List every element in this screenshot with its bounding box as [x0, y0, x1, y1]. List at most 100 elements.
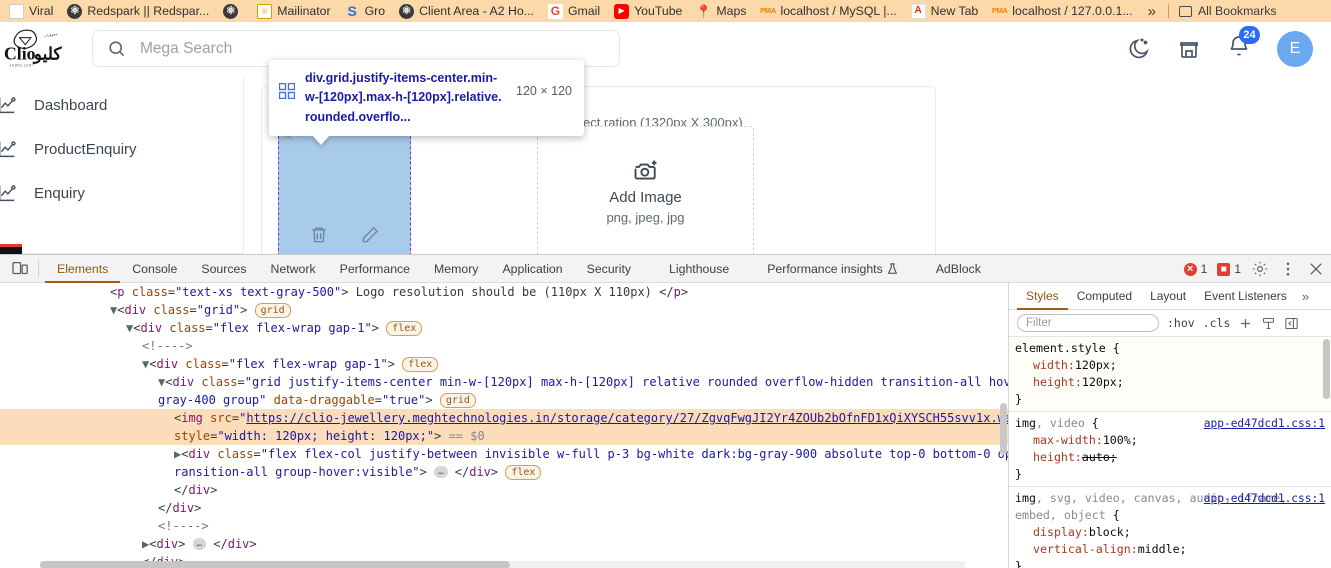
grid-badge-icon [279, 83, 295, 99]
dom-node-line[interactable]: ▼<div class="grid"> grid [0, 301, 1008, 319]
bookmark-redspark-2[interactable]: ⚛ [216, 0, 250, 22]
element-state-icon[interactable] [1261, 316, 1276, 331]
plus-icon[interactable] [1238, 316, 1253, 331]
css-property-value[interactable]: auto; [1082, 450, 1117, 464]
css-declaration[interactable]: width: 120px; [1015, 357, 1331, 374]
search-input[interactable] [138, 38, 605, 59]
tab-memory[interactable]: Memory [422, 255, 490, 283]
styles-filter-input[interactable] [1017, 314, 1159, 332]
warning-count-indicator[interactable]: ■ 1 [1217, 262, 1241, 276]
page-corner-widget [0, 244, 22, 254]
tab-lighthouse[interactable]: Lighthouse [657, 255, 741, 283]
css-declaration[interactable]: display: block; [1015, 524, 1331, 541]
bookmark-label: Client Area - A2 Ho... [419, 4, 534, 18]
dom-horizontal-scrollbar[interactable] [40, 561, 965, 568]
dom-node-line[interactable]: ▼<div class="grid justify-items-center m… [0, 373, 1008, 391]
bookmark-localhost-127[interactable]: PMA localhost / 127.0.0.1... [985, 0, 1139, 22]
storefront-icon[interactable] [1177, 37, 1201, 61]
tab-elements[interactable]: Elements [45, 255, 120, 283]
css-declaration[interactable]: vertical-align: middle; [1015, 541, 1331, 558]
css-property-value[interactable]: middle; [1138, 542, 1187, 556]
dom-node-line[interactable]: <!----> [0, 337, 1008, 355]
bookmark-label: YouTube [634, 4, 683, 18]
tab-computed[interactable]: Computed [1068, 283, 1141, 310]
dom-tree-pane[interactable]: <p class="text-xs text-gray-500"> Logo r… [0, 283, 1008, 568]
dom-node-line[interactable]: ransition-all group-hover:visible"> … </… [0, 463, 1008, 481]
tab-adblock[interactable]: AdBlock [924, 255, 993, 283]
computed-sidebar-icon[interactable] [1284, 316, 1299, 331]
tab-layout[interactable]: Layout [1141, 283, 1195, 310]
dom-node-line[interactable]: </div> [0, 499, 1008, 517]
css-declaration[interactable]: max-width: 100%; [1015, 432, 1331, 449]
dark-mode-icon[interactable] [1127, 37, 1151, 61]
dom-node-line[interactable]: <!----> [0, 517, 1008, 535]
bookmark-new-tab[interactable]: A New Tab [904, 0, 986, 22]
bookmark-viral[interactable]: Viral [2, 0, 60, 22]
dom-node-line[interactable]: <p class="text-xs text-gray-500"> Logo r… [0, 283, 1008, 301]
bookmark-redspark[interactable]: ⚛ Redspark || Redspar... [60, 0, 216, 22]
notifications-wrapper[interactable]: 24 [1227, 26, 1260, 63]
bookmark-maps[interactable]: 📍 Maps [689, 0, 753, 22]
css-source-link[interactable]: app-ed47dcd1.css:1 [1204, 415, 1325, 432]
tab-performance-insights[interactable]: Performance insights [755, 255, 910, 283]
dom-node-line[interactable]: </div> [0, 481, 1008, 499]
error-count-indicator[interactable]: × 1 [1183, 262, 1207, 276]
css-rule[interactable]: img, svg, video, canvas, audio, iframe, … [1009, 487, 1331, 568]
bookmark-gro[interactable]: S Gro [338, 0, 393, 22]
bookmark-localhost-mysql[interactable]: PMA localhost / MySQL |... [753, 0, 903, 22]
bookmark-mailinator[interactable]: ♕ Mailinator [250, 0, 337, 22]
tab-styles[interactable]: Styles [1017, 283, 1068, 310]
image-thumbnail-selected[interactable] [278, 126, 411, 254]
close-icon[interactable] [1307, 260, 1325, 278]
dom-node-line[interactable]: gray-400 group" data-draggable="true"> g… [0, 391, 1008, 409]
sidebar-item-dashboard[interactable]: Dashboard [0, 83, 243, 127]
styles-tabs-overflow[interactable]: » [1296, 289, 1315, 304]
css-property-value[interactable]: 100%; [1103, 433, 1138, 447]
sidebar-item-productenquiry[interactable]: ProductEnquiry [0, 127, 243, 171]
avatar[interactable]: E [1277, 30, 1313, 67]
trash-icon[interactable] [309, 225, 329, 245]
css-brace: { [1105, 341, 1120, 355]
tab-console[interactable]: Console [120, 255, 189, 283]
css-rule[interactable]: img, video {app-ed47dcd1.css:1 max-width:… [1009, 412, 1331, 487]
css-rules-list[interactable]: element.style {width: 120px; height: 120p… [1009, 337, 1331, 568]
css-property-value[interactable]: block; [1089, 525, 1131, 539]
css-property-value[interactable]: 120px; [1075, 358, 1117, 372]
all-bookmarks-button[interactable]: All Bookmarks [1173, 4, 1283, 18]
device-toolbar-icon[interactable] [8, 258, 32, 280]
pencil-icon[interactable] [360, 225, 380, 245]
css-declaration[interactable]: height: auto; [1015, 449, 1331, 466]
bookmark-client-area[interactable]: ⚛ Client Area - A2 Ho... [392, 0, 541, 22]
css-property-value[interactable]: 120px; [1082, 375, 1124, 389]
dom-node-line[interactable]: <img src="https://clio-jewellery.meghtec… [0, 409, 1008, 427]
tab-network[interactable]: Network [259, 255, 328, 283]
bookmark-youtube[interactable]: ▶ YouTube [607, 0, 689, 22]
header-actions: 24 E [1127, 22, 1313, 75]
bookmark-label: Gro [364, 4, 386, 18]
tab-performance[interactable]: Performance [328, 255, 422, 283]
tab-security[interactable]: Security [575, 255, 643, 283]
screenshot-root: Viral ⚛ Redspark || Redspar... ⚛ ♕ Maili… [0, 0, 1331, 568]
dom-node-line[interactable]: ▶<div> … </div> [0, 535, 1008, 553]
app-logo[interactable]: Clio كليو JEWELLERY مجوهرات [4, 24, 82, 74]
styles-scrollbar[interactable] [1323, 339, 1330, 399]
gear-icon[interactable] [1251, 260, 1269, 278]
css-declaration[interactable]: height: 120px; [1015, 374, 1331, 391]
bookmarks-overflow-button[interactable]: » [1140, 3, 1164, 20]
dom-node-line[interactable]: ▼<div class="flex flex-wrap gap-1"> flex [0, 355, 1008, 373]
tab-application[interactable]: Application [490, 255, 574, 283]
css-source-link[interactable]: app-ed47dcd1.css:1 [1204, 490, 1325, 507]
dom-node-line[interactable]: ▼<div class="flex flex-wrap gap-1"> flex [0, 319, 1008, 337]
bookmark-gmail[interactable]: G Gmail [541, 0, 607, 22]
dom-node-line[interactable]: style="width: 120px; height: 120px;"> ==… [0, 427, 1008, 445]
newtab-icon: A [910, 3, 926, 19]
sidebar-item-enquiry[interactable]: Enquiry [0, 171, 243, 215]
add-image-dropzone[interactable]: Add Image png, jpeg, jpg [537, 126, 754, 254]
css-rule[interactable]: element.style {width: 120px; height: 120p… [1009, 337, 1331, 412]
dom-node-line[interactable]: ▶<div class="flex flex-col justify-betwe… [0, 445, 1008, 463]
element-classes-button[interactable]: .cls [1203, 316, 1231, 330]
force-state-hov-button[interactable]: :hov [1167, 316, 1195, 330]
tab-event-listeners[interactable]: Event Listeners [1195, 283, 1296, 310]
kebab-menu-icon[interactable] [1279, 260, 1297, 278]
tab-sources[interactable]: Sources [189, 255, 258, 283]
